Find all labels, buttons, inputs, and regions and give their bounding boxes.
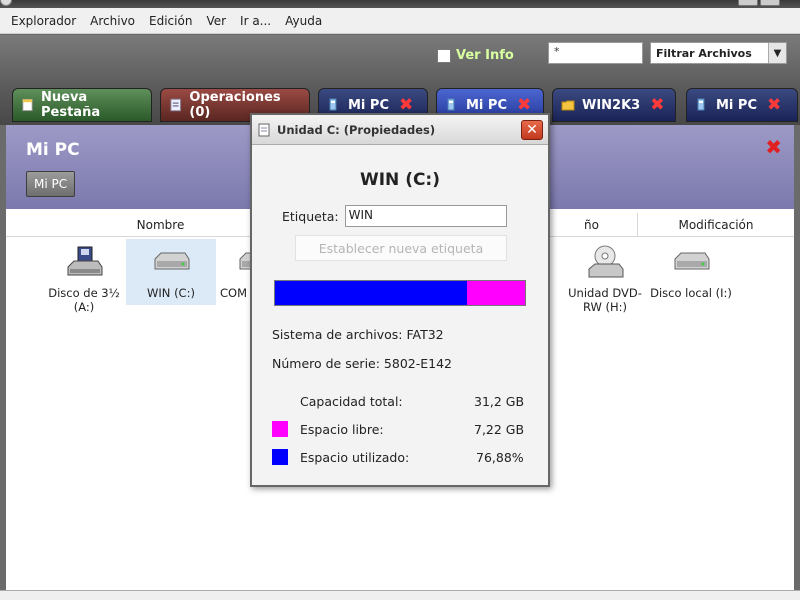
serial-text: Número de serie: 5802-E142 <box>272 356 452 371</box>
properties-dialog: Unidad C: (Propiedades) ✕ WIN (C:) Etiqu… <box>250 113 550 487</box>
tab-label: Nueva Pestaña <box>41 90 101 120</box>
filesystem-text: Sistema de archivos: FAT32 <box>272 327 444 342</box>
computer-icon <box>329 98 337 111</box>
label-caption: Etiqueta: <box>282 208 339 224</box>
tab-label: Mi PC <box>716 97 757 113</box>
tab-mi-pc-3[interactable]: Mi PC ✖ <box>686 88 798 122</box>
drive-item-a[interactable]: Disco de 3½ (A:) <box>39 239 129 314</box>
free-label: Espacio libre: <box>300 422 384 437</box>
used-label: Espacio utilizado: <box>300 450 410 465</box>
hard-drive-icon <box>154 252 190 270</box>
toolbar: Ver Info * Filtrar Archivos ▼ <box>0 35 800 85</box>
column-header-modified[interactable]: Modificación <box>638 213 794 237</box>
drive-item-i[interactable]: Disco local (I:) <box>646 239 736 300</box>
app-logo-icon <box>0 0 12 6</box>
maximize-button[interactable] <box>760 0 780 6</box>
dialog-close-button[interactable]: ✕ <box>521 120 543 140</box>
drive-item-com[interactable]: COM <box>206 239 275 300</box>
ver-info-label: Ver Info <box>456 48 514 63</box>
close-tab-icon[interactable]: ✖ <box>399 96 413 114</box>
menu-edicion[interactable]: Edición <box>149 14 192 28</box>
title-bar <box>0 0 800 8</box>
free-space-swatch <box>272 421 288 437</box>
chevron-down-icon[interactable]: ▼ <box>768 43 786 63</box>
close-tab-icon[interactable]: ✖ <box>767 96 781 114</box>
folder-icon <box>561 100 575 111</box>
usage-bar-used <box>275 281 468 305</box>
label-row: Etiqueta: WIN <box>282 205 507 227</box>
document-icon <box>258 123 270 136</box>
tab-label: Mi PC <box>348 97 389 113</box>
tab-nueva-pestana[interactable]: Nueva Pestaña <box>12 88 152 122</box>
drive-label: COM <box>220 286 248 300</box>
drive-label: Disco de 3½ (A:) <box>48 286 120 314</box>
breadcrumb[interactable]: Mi PC <box>26 171 76 197</box>
menu-bar: Explorador Archivo Edición Ver Ir a... A… <box>0 8 800 34</box>
tab-label: Mi PC <box>466 97 507 113</box>
drive-item-c[interactable]: WIN (C:) <box>126 239 216 305</box>
hard-drive-icon <box>674 252 710 270</box>
ver-info-toggle[interactable]: Ver Info <box>437 48 514 63</box>
operations-icon <box>170 98 181 112</box>
computer-icon <box>447 98 455 111</box>
drive-label: Disco local (I:) <box>650 286 732 300</box>
menu-ver[interactable]: Ver <box>206 14 226 28</box>
close-tab-icon[interactable]: ✖ <box>517 96 531 114</box>
search-input[interactable]: * <box>548 42 643 64</box>
label-input[interactable]: WIN <box>344 205 507 227</box>
used-value: 76,88% <box>476 450 524 465</box>
menu-ir-a[interactable]: Ir a... <box>240 14 271 28</box>
close-tab-icon[interactable]: ✖ <box>650 96 664 114</box>
drive-label: Unidad DVD-RW (H:) <box>568 286 642 314</box>
drive-item-h[interactable]: Unidad DVD-RW (H:) <box>560 239 650 314</box>
usage-bar <box>274 280 526 306</box>
drive-name: WIN (C:) <box>359 170 441 190</box>
menu-explorador[interactable]: Explorador <box>11 14 76 28</box>
tab-label: WIN2K3 <box>582 97 641 113</box>
capacity-value: 31,2 GB <box>474 394 525 409</box>
tab-win2k3[interactable]: WIN2K3 ✖ <box>552 88 676 122</box>
column-header-size[interactable]: ño <box>546 213 638 237</box>
status-bar <box>0 590 800 600</box>
capacity-label: Capacidad total: <box>300 394 403 409</box>
set-label-button[interactable]: Establecer nueva etiqueta <box>295 235 507 261</box>
new-tab-icon <box>22 98 33 112</box>
free-value: 7,22 GB <box>474 422 525 437</box>
dialog-title-bar: Unidad C: (Propiedades) ✕ <box>252 115 548 145</box>
drive-label: WIN (C:) <box>147 286 195 300</box>
dialog-title: Unidad C: (Propiedades) <box>277 122 436 137</box>
page-title: Mi PC <box>26 140 80 160</box>
used-space-swatch <box>272 449 288 465</box>
minimize-button[interactable] <box>738 0 758 6</box>
ver-info-checkbox[interactable] <box>437 48 451 63</box>
filter-select[interactable]: Filtrar Archivos ▼ <box>650 42 787 64</box>
menu-archivo[interactable]: Archivo <box>90 14 135 28</box>
filter-select-value: Filtrar Archivos <box>656 46 752 60</box>
computer-icon <box>697 98 705 111</box>
menu-ayuda[interactable]: Ayuda <box>285 14 322 28</box>
close-icon[interactable]: ✖ <box>765 135 782 159</box>
floppy-icon <box>67 246 103 276</box>
dvd-drive-icon <box>588 245 624 278</box>
